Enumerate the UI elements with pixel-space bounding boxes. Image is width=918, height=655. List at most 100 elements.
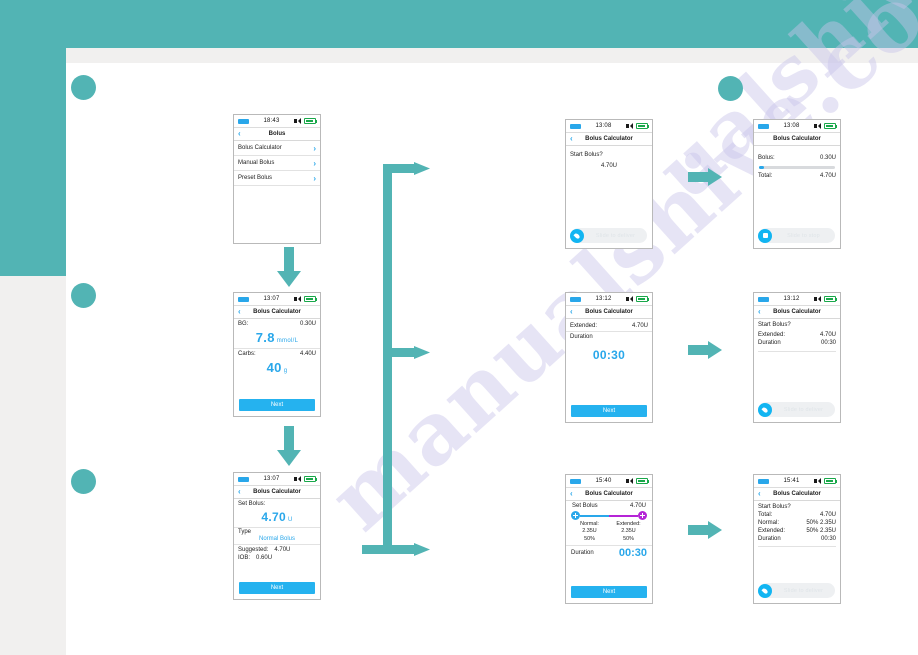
confirm-question: Start Bolus? — [566, 146, 652, 160]
bg-reading[interactable]: 7.8 mmol/L — [234, 329, 320, 349]
confirm-question-text: Start Bolus? — [570, 152, 603, 158]
bg-row[interactable]: BG: 0.30U — [234, 319, 320, 329]
increase-normal-icon[interactable] — [571, 511, 580, 520]
bolus-type-label: Type — [234, 527, 320, 536]
status-bar: 13:08 — [754, 120, 840, 133]
confirm-question: Start Bolus? — [754, 319, 840, 330]
battery-icon — [636, 296, 649, 302]
battery-icon — [824, 123, 837, 129]
carbs-contribution-value: 4.40U — [299, 351, 316, 357]
progress-fill — [759, 166, 764, 169]
screen-title: Bolus Calculator — [253, 489, 301, 495]
slide-to-deliver-button[interactable]: Slide to deliver — [570, 228, 647, 243]
screen-bolus-menu[interactable]: 18:43 ‹ Bolus Bolus Calculator › Manual … — [233, 114, 321, 244]
title-bar: ‹ Bolus Calculator — [566, 306, 652, 319]
screen-bolus-delivering[interactable]: 13:08 Bolus Calculator Bolus: 0.30U Tota… — [753, 119, 841, 249]
set-bolus-label: Set Bolus — [572, 503, 598, 509]
battery-icon — [304, 296, 317, 302]
status-bar: 13:12 — [754, 293, 840, 306]
menu-item-label: Bolus Calculator — [238, 145, 282, 151]
summary-key: Duration — [758, 536, 781, 542]
signal-icon — [758, 123, 769, 129]
right-arrow-3 — [688, 521, 722, 539]
confirm-question-text: Start Bolus? — [758, 322, 791, 328]
screen-calculator-set-bolus[interactable]: 13:07 ‹ Bolus Calculator Set Bolus: 4.70… — [233, 472, 321, 600]
split-slider[interactable] — [566, 509, 652, 520]
back-chevron-icon[interactable]: ‹ — [570, 135, 578, 143]
status-bar: 18:43 — [234, 115, 320, 128]
step-bullet-1 — [71, 75, 96, 100]
set-bolus-amount[interactable]: 4.70 U — [234, 509, 320, 527]
droplet-icon — [570, 228, 584, 243]
next-button[interactable]: Next — [571, 405, 647, 417]
carbs-amount[interactable]: 40 g — [234, 359, 320, 378]
back-chevron-icon[interactable]: ‹ — [238, 488, 246, 496]
bolus-delivered-row: Bolus: 0.30U — [754, 146, 840, 163]
screen-title: Bolus Calculator — [253, 309, 301, 315]
suggested-row: Suggested: 4.70U — [234, 545, 320, 555]
normal-label: Normal: — [580, 521, 599, 527]
iob-value: 0.60U — [256, 555, 273, 561]
bolus-type-value[interactable]: Normal Bolus — [234, 536, 320, 545]
menu-item-manual-bolus[interactable]: Manual Bolus › — [234, 156, 320, 171]
next-button[interactable]: Next — [239, 582, 315, 594]
back-chevron-icon[interactable]: ‹ — [238, 308, 246, 316]
stop-icon — [758, 228, 772, 243]
carbs-row[interactable]: Carbs: 4.40U — [234, 349, 320, 359]
menu-item-preset-bolus[interactable]: Preset Bolus › — [234, 171, 320, 186]
carbs-label: Carbs: — [238, 351, 256, 357]
bolus-value: 0.30U — [819, 155, 836, 161]
battery-icon — [636, 478, 649, 484]
slide-to-deliver-button[interactable]: Slide to deliver — [758, 402, 835, 417]
back-chevron-icon[interactable]: ‹ — [238, 130, 246, 138]
status-bar: 15:41 — [754, 475, 840, 488]
back-chevron-icon[interactable]: ‹ — [570, 308, 578, 316]
extended-label: Extended: — [616, 521, 641, 527]
next-button[interactable]: Next — [239, 399, 315, 411]
screen-confirm-extended-bolus[interactable]: 13:12 ‹ Bolus Calculator Start Bolus? Ex… — [753, 292, 841, 423]
progress-track — [759, 166, 835, 169]
slide-to-stop-button[interactable]: Slide to stop — [758, 228, 835, 243]
speaker-icon — [626, 123, 633, 129]
extended-row: Extended: 4.70U — [566, 319, 652, 332]
status-time: 13:12 — [783, 296, 800, 302]
back-chevron-icon[interactable]: ‹ — [758, 490, 766, 498]
signal-icon — [238, 296, 249, 302]
slide-action-label: Slide to deliver — [595, 232, 636, 239]
speaker-icon — [814, 478, 821, 484]
set-bolus-value: 4.70 — [261, 510, 286, 524]
increase-extended-icon[interactable] — [638, 511, 647, 520]
battery-icon — [824, 296, 837, 302]
summary-row: Total: 4.70U — [754, 512, 840, 520]
signal-icon — [238, 118, 249, 124]
chevron-right-icon: › — [313, 173, 316, 183]
slide-action-label: Slide to deliver — [783, 406, 824, 413]
signal-icon — [758, 296, 769, 302]
duration-row[interactable]: Duration 00:30 — [566, 544, 652, 560]
screen-extended-duration[interactable]: 13:12 ‹ Bolus Calculator Extended: 4.70U… — [565, 292, 653, 423]
screen-title: Bolus Calculator — [585, 309, 633, 315]
summary-value: 4.70U — [819, 512, 836, 518]
screen-split-bolus[interactable]: 15:40 ‹ Bolus Calculator Set Bolus 4.70U… — [565, 474, 653, 604]
title-bar: ‹ Bolus Calculator — [234, 306, 320, 319]
duration-value[interactable]: 00:30 — [566, 342, 652, 365]
total-row: Total: 4.70U — [754, 170, 840, 181]
status-time: 13:07 — [263, 296, 280, 302]
status-time: 15:40 — [595, 478, 612, 484]
confirm-question: Start Bolus? — [754, 501, 840, 512]
down-arrow-2 — [277, 426, 301, 466]
back-chevron-icon[interactable]: ‹ — [758, 308, 766, 316]
header-band — [0, 0, 918, 48]
next-button[interactable]: Next — [571, 586, 647, 598]
menu-item-bolus-calculator[interactable]: Bolus Calculator › — [234, 141, 320, 156]
title-bar: ‹ Bolus Calculator — [566, 133, 652, 146]
screen-calculator-bg-carbs[interactable]: 13:07 ‹ Bolus Calculator BG: 0.30U 7.8 mm… — [233, 292, 321, 417]
down-arrow-1 — [277, 247, 301, 287]
split-track[interactable] — [580, 514, 638, 517]
back-chevron-icon[interactable]: ‹ — [570, 490, 578, 498]
summary-value: 00:30 — [820, 536, 836, 542]
speaker-icon — [294, 296, 301, 302]
slide-to-deliver-button[interactable]: Slide to deliver — [758, 583, 835, 598]
screen-confirm-split-bolus[interactable]: 15:41 ‹ Bolus Calculator Start Bolus? To… — [753, 474, 841, 604]
screen-confirm-normal-bolus[interactable]: 13:08 ‹ Bolus Calculator Start Bolus? 4.… — [565, 119, 653, 249]
